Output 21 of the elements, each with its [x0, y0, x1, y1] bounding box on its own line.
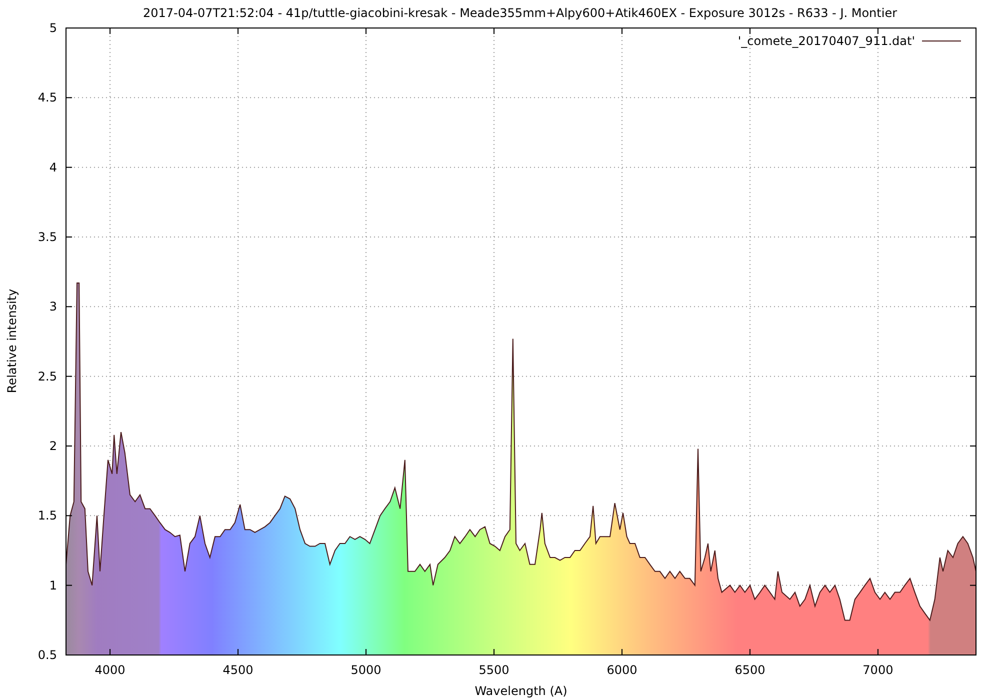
tick-label: 5 [49, 21, 57, 35]
tick-label: 1 [49, 578, 57, 592]
tick-label: 4500 [222, 663, 254, 677]
tick-label: 2.5 [38, 369, 57, 384]
tick-label: 5500 [478, 663, 510, 677]
tick-label: 6000 [606, 663, 638, 677]
tick-label: 3.5 [38, 230, 57, 244]
tick-label: 3 [49, 300, 57, 314]
tick-label: 6500 [734, 663, 766, 677]
tick-label: 4000 [94, 663, 126, 677]
tick-label: 5000 [350, 663, 382, 677]
chart-title: 2017-04-07T21:52:04 - 41p/tuttle-giacobini-kresak - Meade355mm+Alpy600+Atik460EX - Exposure 3012s - R633 - J. Montier [142, 6, 898, 20]
tick-label: 4 [49, 160, 57, 174]
tick-label: 0.5 [38, 648, 57, 662]
tick-label: 4.5 [38, 90, 57, 105]
tick-label: 1.5 [38, 508, 57, 523]
tick-label: 7000 [862, 663, 894, 677]
axis-title: Relative intensity [5, 288, 19, 394]
tick-label: 2 [49, 439, 57, 453]
axis-title: Wavelength (A) [474, 684, 568, 698]
legend-label: '_comete_20170407_911.dat' [738, 34, 915, 48]
